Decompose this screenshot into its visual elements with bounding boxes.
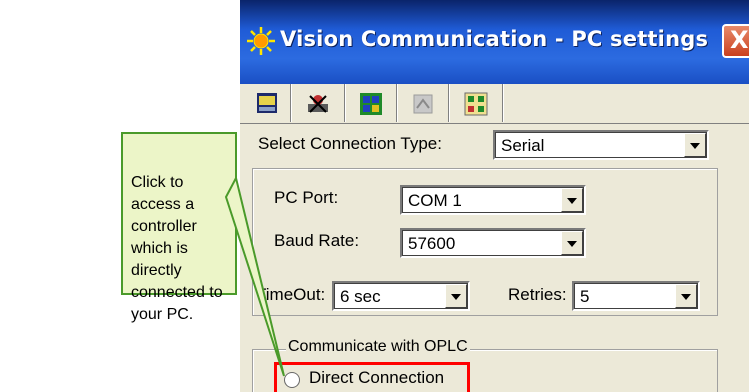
- baud-rate-value: 57600: [408, 234, 456, 253]
- chevron-down-icon[interactable]: [561, 188, 583, 212]
- timeout-value: 6 sec: [340, 287, 381, 306]
- pc-port-label: PC Port:: [274, 188, 339, 207]
- tab-gsm-modem[interactable]: [398, 84, 449, 122]
- connection-type-select[interactable]: Serial: [493, 130, 709, 160]
- app-sun-icon: [246, 26, 276, 56]
- chevron-down-icon[interactable]: [684, 133, 706, 157]
- baud-rate-select[interactable]: 57600: [400, 228, 586, 258]
- tab-pc-settings[interactable]: [246, 84, 291, 122]
- ethernet-icon: [360, 93, 382, 115]
- help-callout: Click to access a controller which is di…: [121, 132, 237, 323]
- tab-ethernet[interactable]: [346, 84, 397, 122]
- chevron-down-icon[interactable]: [561, 231, 583, 255]
- retries-label: Retries:: [508, 285, 567, 304]
- timeout-label: TimeOut:: [256, 285, 326, 304]
- gsm-modem-icon: [413, 94, 433, 114]
- tab-divider: [240, 123, 749, 124]
- tab-network[interactable]: [292, 84, 345, 122]
- window-title: Vision Communication - PC settings: [280, 27, 709, 51]
- pc-port-value: COM 1: [408, 191, 462, 210]
- pc-settings-window: Vision Communication - PC settings X Sel…: [240, 0, 749, 392]
- baud-rate-label: Baud Rate:: [274, 231, 360, 250]
- network-icon: [308, 95, 328, 113]
- connection-type-value: Serial: [501, 136, 545, 155]
- timeout-select[interactable]: 6 sec: [332, 281, 470, 311]
- tab-strip: [240, 84, 749, 124]
- tab-modem-settings[interactable]: [450, 84, 503, 122]
- title-bar[interactable]: Vision Communication - PC settings X: [240, 0, 749, 84]
- retries-select[interactable]: 5: [572, 281, 700, 311]
- callout-text: Click to access a controller which is di…: [131, 174, 223, 323]
- direct-connection-radio[interactable]: [284, 372, 300, 388]
- chevron-down-icon[interactable]: [675, 284, 697, 308]
- direct-connection-label[interactable]: Direct Connection: [309, 368, 444, 388]
- pc-settings-icon: [257, 93, 277, 113]
- connection-type-label: Select Connection Type:: [258, 134, 442, 153]
- modem-settings-icon: [464, 92, 488, 116]
- communicate-legend: Communicate with OPLC: [286, 338, 470, 356]
- pc-port-select[interactable]: COM 1: [400, 185, 586, 215]
- chevron-down-icon[interactable]: [445, 284, 467, 308]
- retries-value: 5: [580, 287, 590, 306]
- close-button[interactable]: X: [722, 24, 749, 58]
